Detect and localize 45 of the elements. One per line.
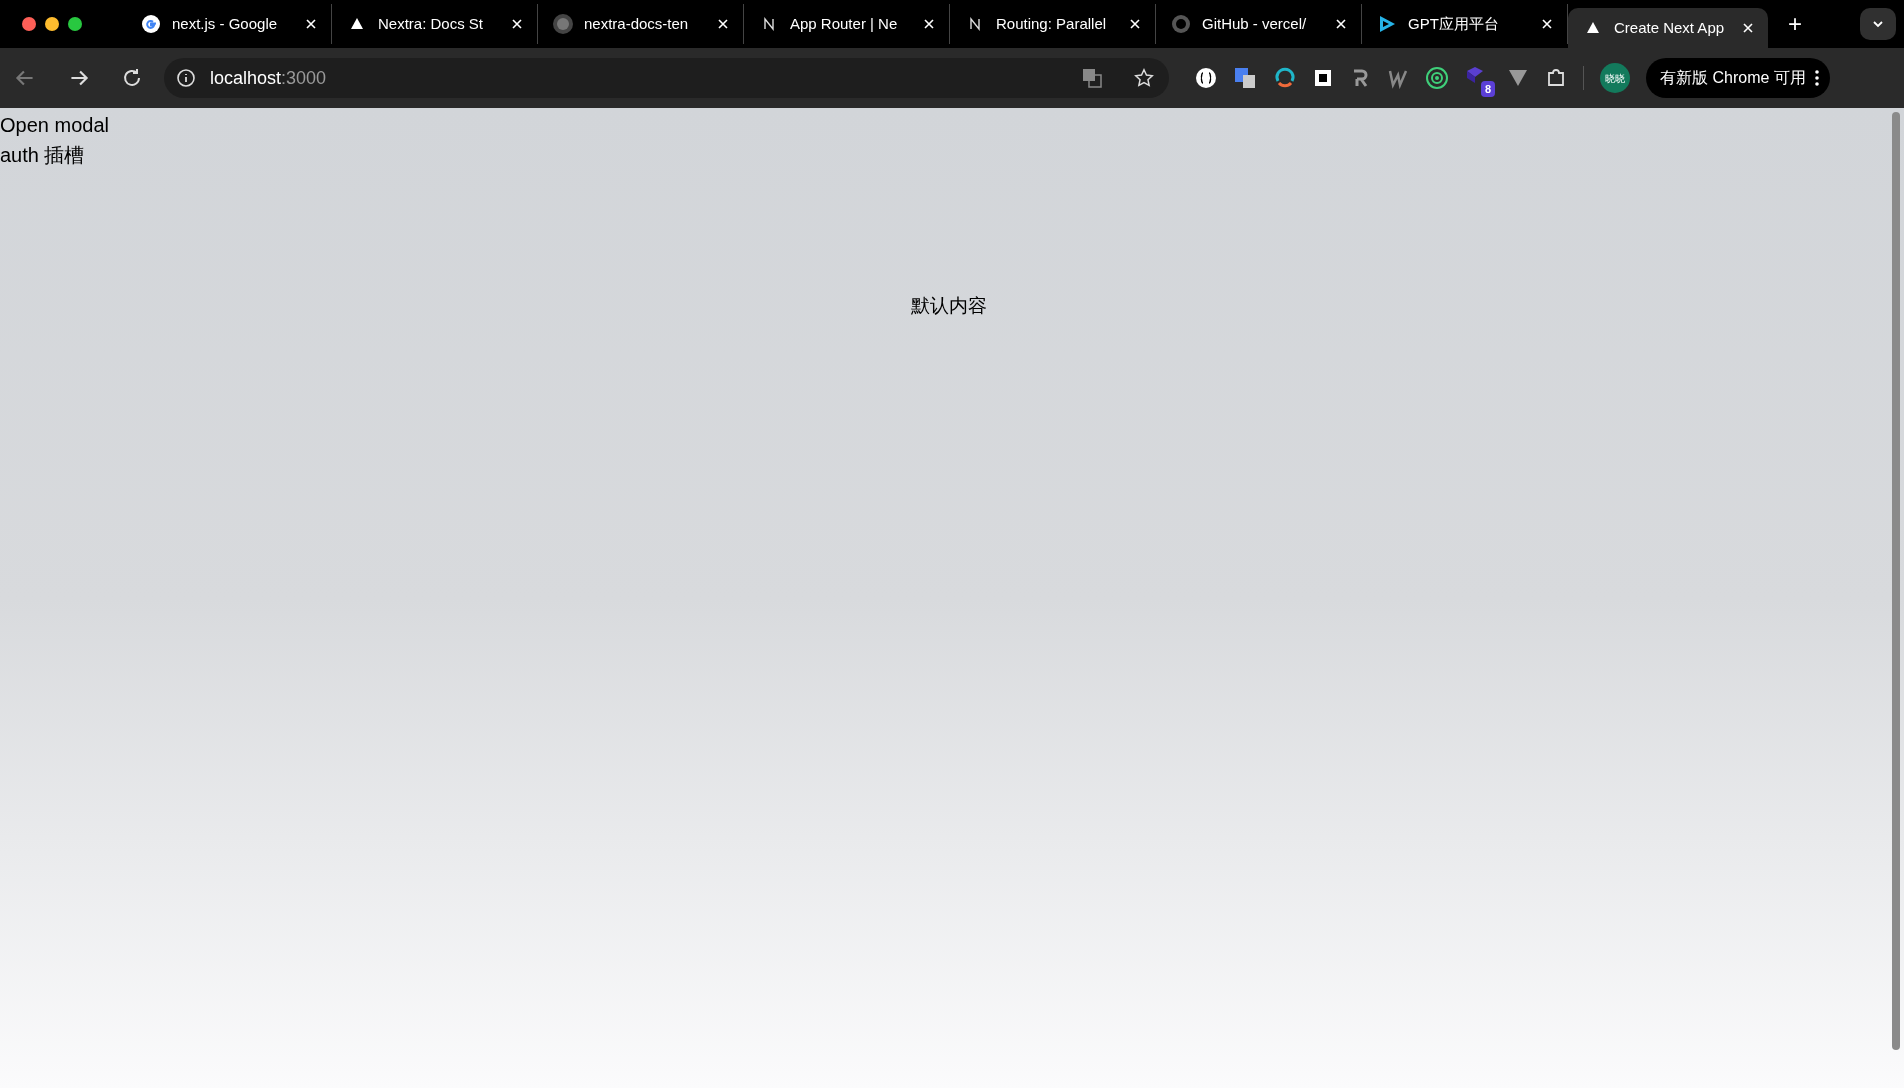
n-logo-icon: [968, 17, 982, 31]
minimize-window-button[interactable]: [45, 17, 59, 31]
default-content-text: 默认内容: [911, 294, 987, 318]
update-chrome-button[interactable]: 有新版 Chrome 可用: [1646, 58, 1830, 98]
target-icon[interactable]: [1425, 66, 1449, 90]
close-tab-icon[interactable]: [1541, 18, 1553, 30]
close-tab-icon[interactable]: [717, 18, 729, 30]
browser-tab[interactable]: GitHub - vercel/: [1156, 4, 1362, 44]
extension-badge: 8: [1480, 81, 1495, 97]
browser-tab[interactable]: App Router | Ne: [744, 4, 950, 44]
translate-icon[interactable]: [1233, 66, 1257, 90]
close-tab-icon[interactable]: [511, 18, 523, 30]
browser-tab[interactable]: next.js - Google: [126, 4, 332, 44]
play-logo-icon: [1377, 14, 1397, 34]
scrollbar-thumb[interactable]: [1892, 112, 1900, 1050]
browser-tab[interactable]: Routing: Parallel: [950, 4, 1156, 44]
url-text: localhost:3000: [210, 66, 327, 90]
close-tab-icon[interactable]: [305, 18, 317, 30]
browser-tab[interactable]: Create Next App: [1568, 8, 1768, 48]
address-bar[interactable]: localhost:3000: [164, 58, 1169, 98]
square-icon[interactable]: [1313, 68, 1333, 88]
close-tab-icon[interactable]: [1742, 22, 1754, 34]
zoom-window-button[interactable]: [68, 17, 82, 31]
close-tab-icon[interactable]: [1129, 18, 1141, 30]
close-tab-icon[interactable]: [1335, 18, 1347, 30]
browser-tab[interactable]: Nextra: Docs St: [332, 4, 538, 44]
new-tab-button[interactable]: +: [1780, 9, 1810, 39]
nav-link[interactable]: Open modal: [0, 110, 109, 140]
info-icon[interactable]: [176, 68, 196, 88]
nav-link[interactable]: auth 插槽: [0, 140, 85, 170]
star-icon[interactable]: [1133, 67, 1155, 89]
profile-avatar[interactable]: 晓晓: [1600, 63, 1630, 93]
braces-icon[interactable]: [1195, 67, 1217, 89]
globe-icon: [552, 13, 574, 35]
translate-icon[interactable]: [1081, 67, 1103, 89]
browser-tab[interactable]: nextra-docs-ten: [538, 4, 744, 44]
ring-icon[interactable]: [1273, 66, 1297, 90]
more-icon: [1813, 69, 1820, 87]
n-logo-icon: [762, 17, 776, 31]
triangle-icon: [349, 16, 365, 32]
close-tab-icon[interactable]: [923, 18, 935, 30]
tab-search-button[interactable]: [1860, 8, 1896, 40]
google-g-icon: [141, 14, 161, 34]
triangle-icon: [1585, 20, 1601, 36]
close-window-button[interactable]: [22, 17, 36, 31]
